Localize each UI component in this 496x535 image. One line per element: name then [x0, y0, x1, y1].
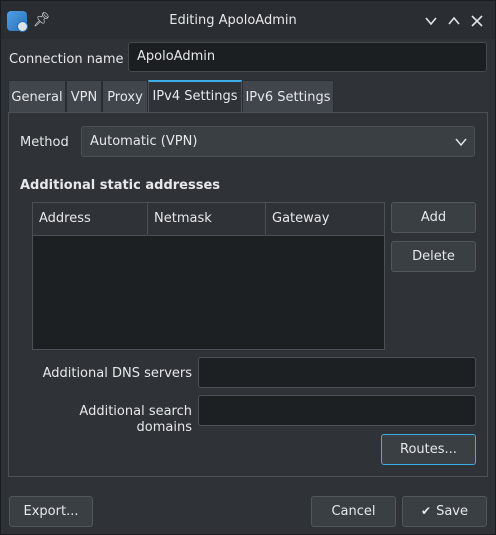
close-button[interactable] [468, 11, 486, 31]
tab-vpn[interactable]: VPN [66, 80, 102, 113]
static-addresses-table[interactable]: Address Netmask Gateway [32, 202, 385, 350]
maximize-button[interactable] [445, 11, 463, 31]
tab-ipv6-settings[interactable]: IPv6 Settings [242, 80, 334, 113]
section-title: Additional static addresses [20, 178, 221, 193]
connection-name-label: Connection name [9, 52, 124, 67]
method-value: Automatic (VPN) [90, 134, 198, 149]
chevron-up-icon [448, 16, 460, 25]
tab-general[interactable]: General [8, 80, 66, 113]
tab-ipv4-settings[interactable]: IPv4 Settings [148, 80, 242, 113]
search-domains-input[interactable] [198, 395, 476, 426]
method-label: Method [20, 135, 69, 150]
save-button[interactable]: ✔ Save [402, 496, 487, 527]
save-label: Save [436, 504, 468, 519]
chevron-down-icon [455, 138, 467, 147]
delete-button[interactable]: Delete [391, 241, 476, 272]
export-button[interactable]: Export... [9, 496, 93, 527]
editor-window: 📌︎ Editing ApoloAdmin Connection name Ap… [0, 0, 496, 535]
window-title: Editing ApoloAdmin [169, 13, 297, 28]
search-domains-label: Additional search domains [79, 404, 192, 435]
dns-servers-label: Additional DNS servers [42, 366, 192, 381]
column-gateway[interactable]: Gateway [266, 203, 384, 234]
minimize-button[interactable] [422, 11, 440, 31]
add-button[interactable]: Add [391, 202, 476, 233]
network-manager-icon [7, 11, 28, 32]
title-bar[interactable]: 📌︎ Editing ApoloAdmin [1, 1, 495, 39]
routes-button[interactable]: Routes... [381, 434, 476, 465]
method-select[interactable]: Automatic (VPN) [81, 126, 475, 157]
dns-servers-input[interactable] [198, 357, 476, 388]
column-address[interactable]: Address [33, 203, 148, 234]
close-icon [471, 15, 483, 27]
tab-proxy[interactable]: Proxy [102, 80, 148, 113]
connection-name-input[interactable]: ApoloAdmin [128, 42, 487, 72]
check-icon: ✔ [421, 504, 432, 518]
tab-bar: General VPN Proxy IPv4 Settings IPv6 Set… [8, 80, 488, 113]
pin-icon[interactable]: 📌︎ [33, 11, 51, 29]
column-netmask[interactable]: Netmask [148, 203, 266, 234]
table-header: Address Netmask Gateway [33, 203, 384, 236]
chevron-down-icon [425, 17, 437, 26]
cancel-button[interactable]: Cancel [311, 496, 396, 527]
